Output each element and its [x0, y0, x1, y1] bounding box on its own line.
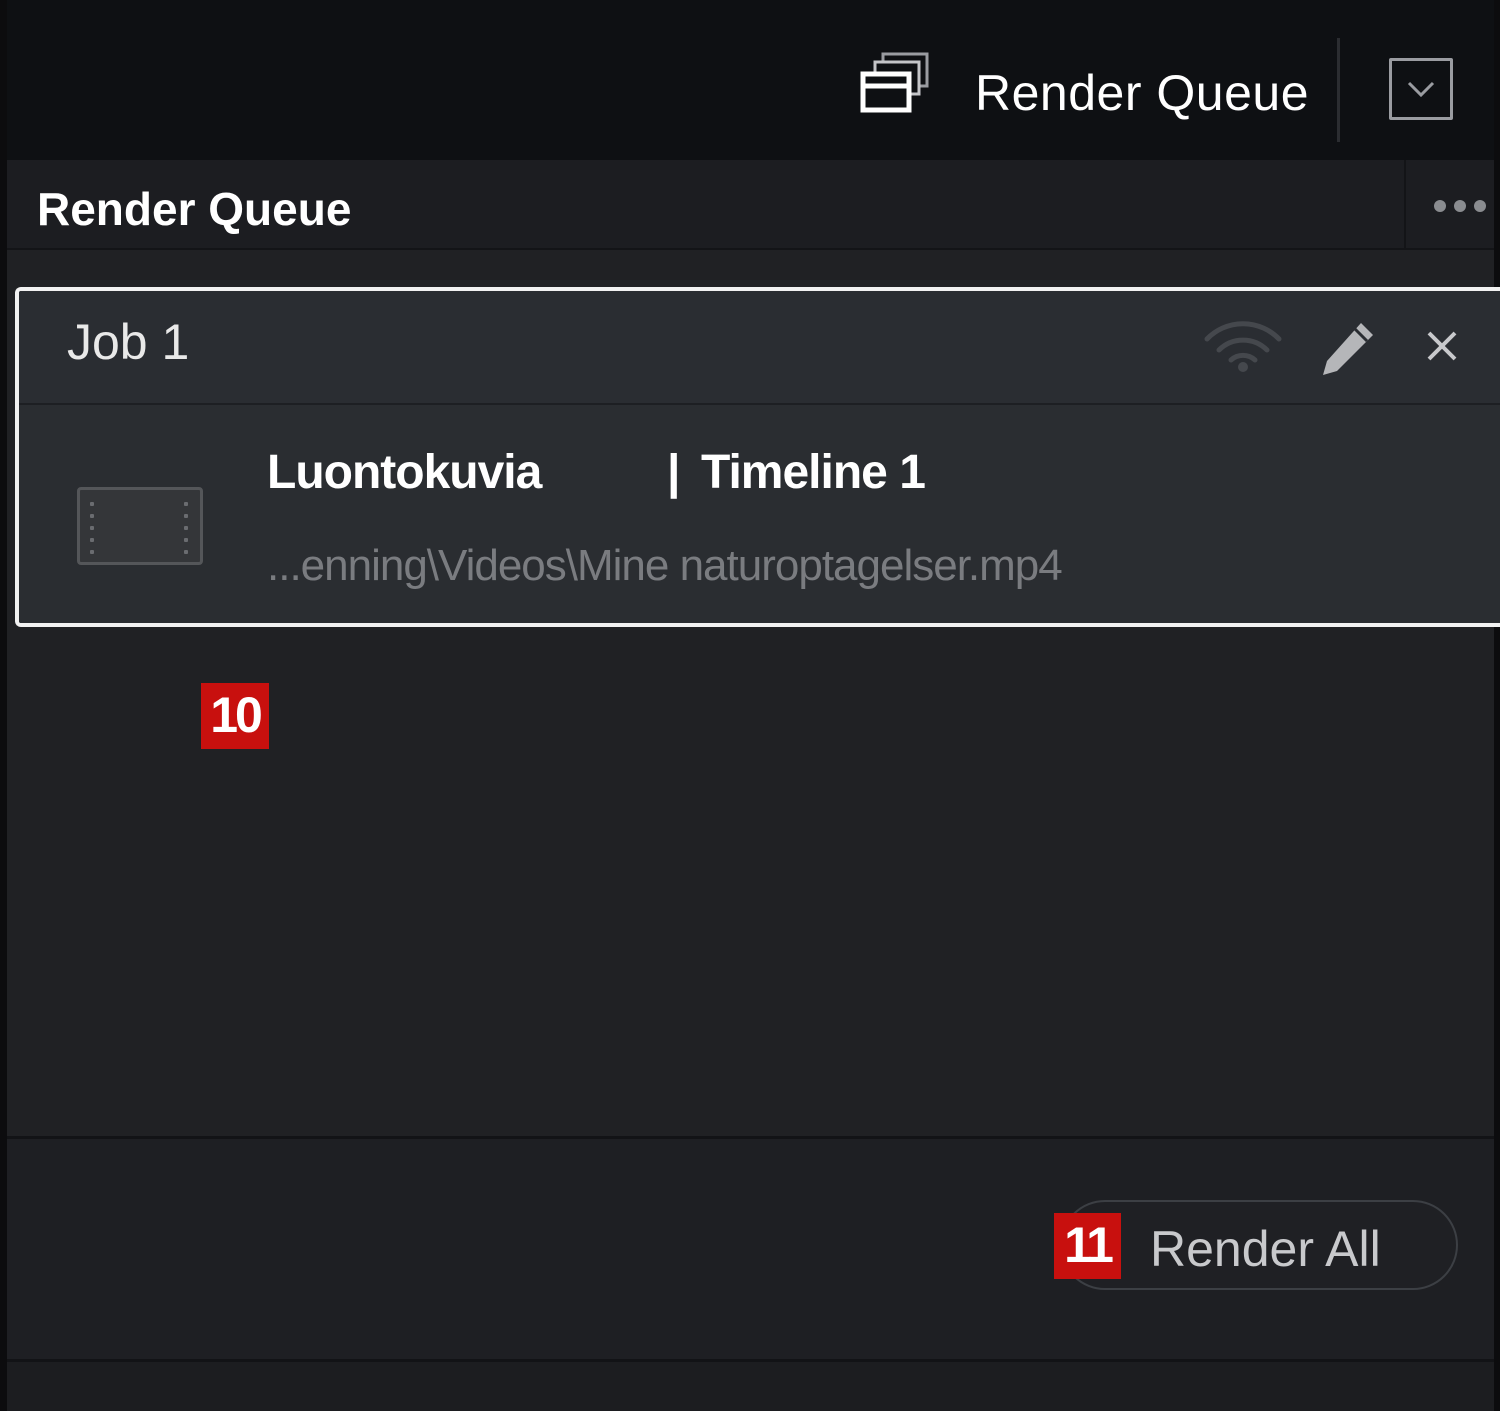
output-file-path: ...enning\Videos\Mine naturoptagelser.mp…	[267, 541, 1063, 590]
window-left-edge	[0, 0, 7, 1411]
options-dot	[1434, 200, 1446, 212]
film-perforation	[184, 526, 188, 530]
edit-pencil-icon[interactable]	[1317, 319, 1377, 379]
film-perforation	[90, 526, 94, 530]
film-perforation	[90, 514, 94, 518]
render-job-card[interactable]: Job 1 Luontokuvia | Timeline 1 ...enning…	[15, 287, 1500, 627]
toolbar-divider	[1337, 38, 1340, 142]
job-title: Job 1	[67, 314, 190, 370]
annotation-badge-10: 10	[201, 683, 269, 749]
timeline-name: Timeline 1	[701, 446, 926, 499]
project-name: Luontokuvia	[267, 446, 542, 499]
film-clip-icon	[77, 487, 203, 565]
film-perforation	[90, 502, 94, 506]
footer-strip	[7, 1362, 1494, 1411]
toolbar-title[interactable]: Render Queue	[975, 64, 1309, 122]
project-timeline-separator: |	[667, 446, 681, 499]
options-dot	[1474, 200, 1486, 212]
film-perforation	[184, 502, 188, 506]
more-options-icon[interactable]	[1404, 160, 1496, 248]
panel-header: Render Queue	[7, 160, 1494, 250]
film-perforation	[90, 550, 94, 554]
chevron-down-icon	[1407, 81, 1435, 98]
chevron-down-button[interactable]	[1389, 58, 1453, 120]
annotation-badge-11: 11	[1054, 1213, 1121, 1279]
top-toolbar: Render Queue	[7, 0, 1494, 160]
close-icon[interactable]	[1425, 329, 1459, 363]
film-perforation	[184, 550, 188, 554]
remote-render-icon[interactable]	[1201, 317, 1285, 373]
film-perforation	[184, 514, 188, 518]
options-dot	[1454, 200, 1466, 212]
film-perforation	[184, 538, 188, 542]
job-details: Luontokuvia | Timeline 1 ...enning\Video…	[19, 405, 1500, 623]
render-queue-stack-icon[interactable]	[857, 50, 933, 116]
film-perforation	[90, 538, 94, 542]
panel-title: Render Queue	[37, 183, 352, 235]
render-all-label: Render All	[1150, 1221, 1381, 1277]
job-header: Job 1	[19, 291, 1500, 405]
render-queue-window: Render Queue Render Queue Job 1 Luontoku…	[0, 0, 1500, 1411]
